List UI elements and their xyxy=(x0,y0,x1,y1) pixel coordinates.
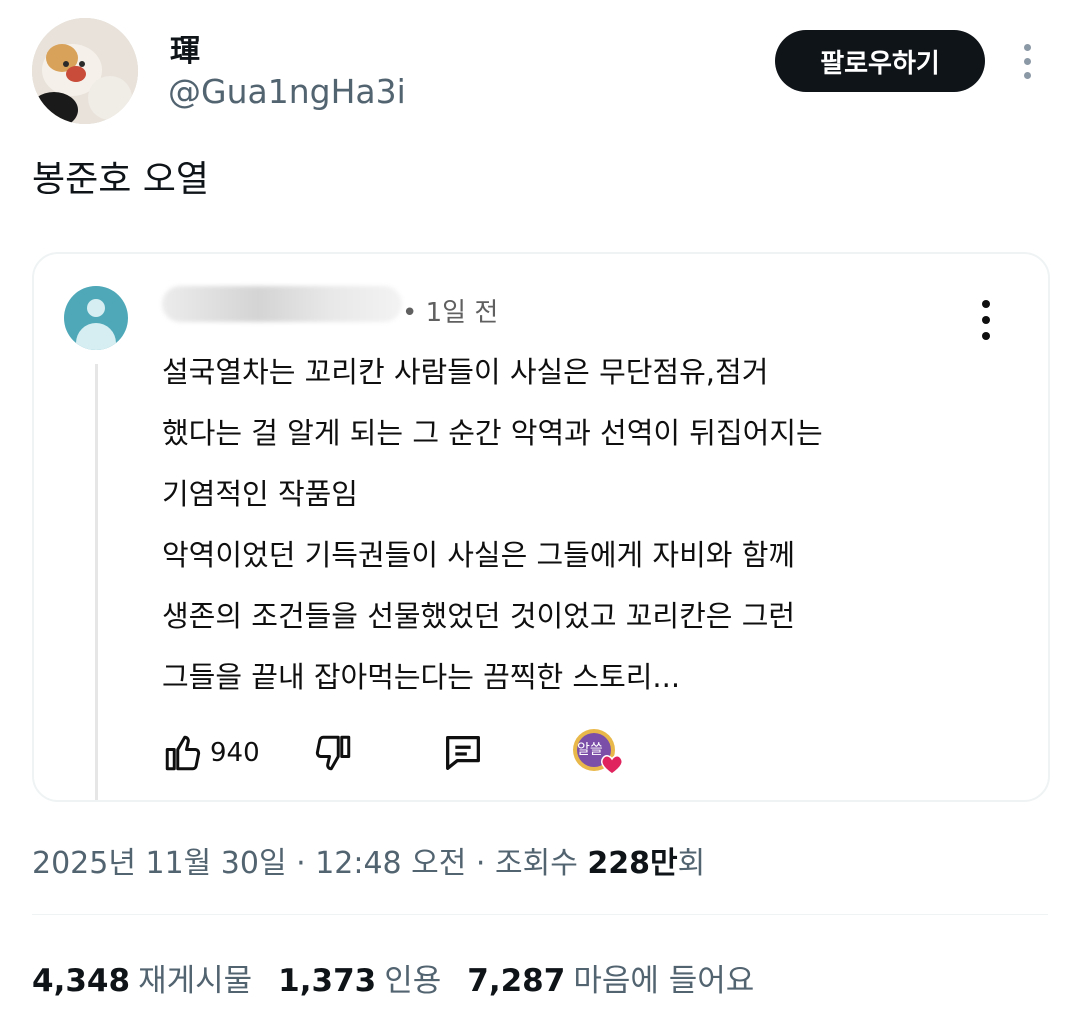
cat-photo-avatar-icon xyxy=(32,18,138,124)
quotes-stat[interactable]: 1,373 인용 xyxy=(278,963,467,999)
tweet-time[interactable]: 12:48 오전 xyxy=(315,846,466,881)
author-display-name[interactable]: 琿 xyxy=(170,26,200,70)
dislike-button[interactable] xyxy=(312,728,354,778)
default-user-avatar-icon xyxy=(64,286,128,350)
divider xyxy=(32,914,1048,915)
quoted-comment-card[interactable]: • 1일 전 설국열차는 꼬리칸 사람들이 사실은 무단점유,점거 했다는 걸 … xyxy=(32,252,1050,802)
reply-button[interactable] xyxy=(440,728,486,778)
follow-button[interactable]: 팔로우하기 xyxy=(775,30,985,92)
more-dot xyxy=(1023,71,1031,79)
kebab-menu-icon[interactable] xyxy=(974,300,998,340)
comment-line: 했다는 걸 알게 되는 그 순간 악역과 선역이 뒤집어지는 xyxy=(162,416,823,450)
comment-actions: 940 알쓸 xyxy=(162,728,662,778)
tweet-text: 봉준호 오열 xyxy=(32,159,210,200)
menu-dot xyxy=(982,332,990,340)
like-count: 940 xyxy=(210,738,260,768)
thread-line xyxy=(95,364,98,800)
thumbs-up-icon xyxy=(165,735,201,771)
comment-line: 그들을 끝내 잡아먹는다는 끔찍한 스토리... xyxy=(162,660,681,694)
badge-text: 알쓸 xyxy=(577,742,603,758)
comment-body: 설국열차는 꼬리칸 사람들이 사실은 무단점유,점거 했다는 걸 알게 되는 그… xyxy=(162,342,1022,708)
views-value: 228만 xyxy=(587,846,678,881)
like-button[interactable]: 940 xyxy=(162,728,260,778)
more-vertical-icon[interactable] xyxy=(1010,38,1044,84)
comment-line: 기염적인 작품임 xyxy=(162,477,358,511)
meta-separator: · xyxy=(466,846,495,881)
blurred-username xyxy=(162,286,402,322)
likes-stat[interactable]: 7,287 마음에 들어요 xyxy=(467,963,780,999)
more-dot xyxy=(1023,57,1031,65)
author-handle[interactable]: @Gua1ngHa3i xyxy=(168,72,406,111)
avatar-body-shape xyxy=(76,323,116,350)
creator-heart-badge: 알쓸 xyxy=(572,728,624,776)
avatar-head-shape xyxy=(87,299,105,317)
comment-icon xyxy=(446,736,480,770)
menu-dot xyxy=(982,300,990,308)
quotes-count: 1,373 xyxy=(278,963,377,999)
likes-count: 7,287 xyxy=(467,963,566,999)
engagement-stats: 4,348 재게시물 1,373 인용 7,287 마음에 들어요 xyxy=(32,955,780,1000)
comment-line: 악역이었던 기득권들이 사실은 그들에게 자비와 함께 xyxy=(162,538,796,572)
retweets-label: 재게시물 xyxy=(138,963,253,999)
tweet-date[interactable]: 2025년 11월 30일 xyxy=(32,846,287,881)
comment-time: • 1일 전 xyxy=(402,298,499,328)
menu-dot xyxy=(982,316,990,324)
views-suffix: 회 xyxy=(677,846,706,881)
comment-line: 생존의 조건들을 선물했었던 것이었고 꼬리칸은 그런 xyxy=(162,599,796,633)
quotes-label: 인용 xyxy=(384,963,442,999)
likes-label: 마음에 들어요 xyxy=(573,963,755,999)
more-dot xyxy=(1023,43,1031,51)
comment-line: 설국열차는 꼬리칸 사람들이 사실은 무단점유,점거 xyxy=(162,355,769,389)
thumbs-down-icon xyxy=(315,735,351,771)
meta-separator: · xyxy=(286,846,316,881)
retweets-stat[interactable]: 4,348 재게시물 xyxy=(32,963,278,999)
author-avatar[interactable] xyxy=(32,18,138,124)
retweets-count: 4,348 xyxy=(32,963,131,999)
tweet-meta: 2025년 11월 30일 · 12:48 오전 · 조회수 228만회 xyxy=(32,838,705,882)
views-label: 조회수 xyxy=(495,846,588,881)
